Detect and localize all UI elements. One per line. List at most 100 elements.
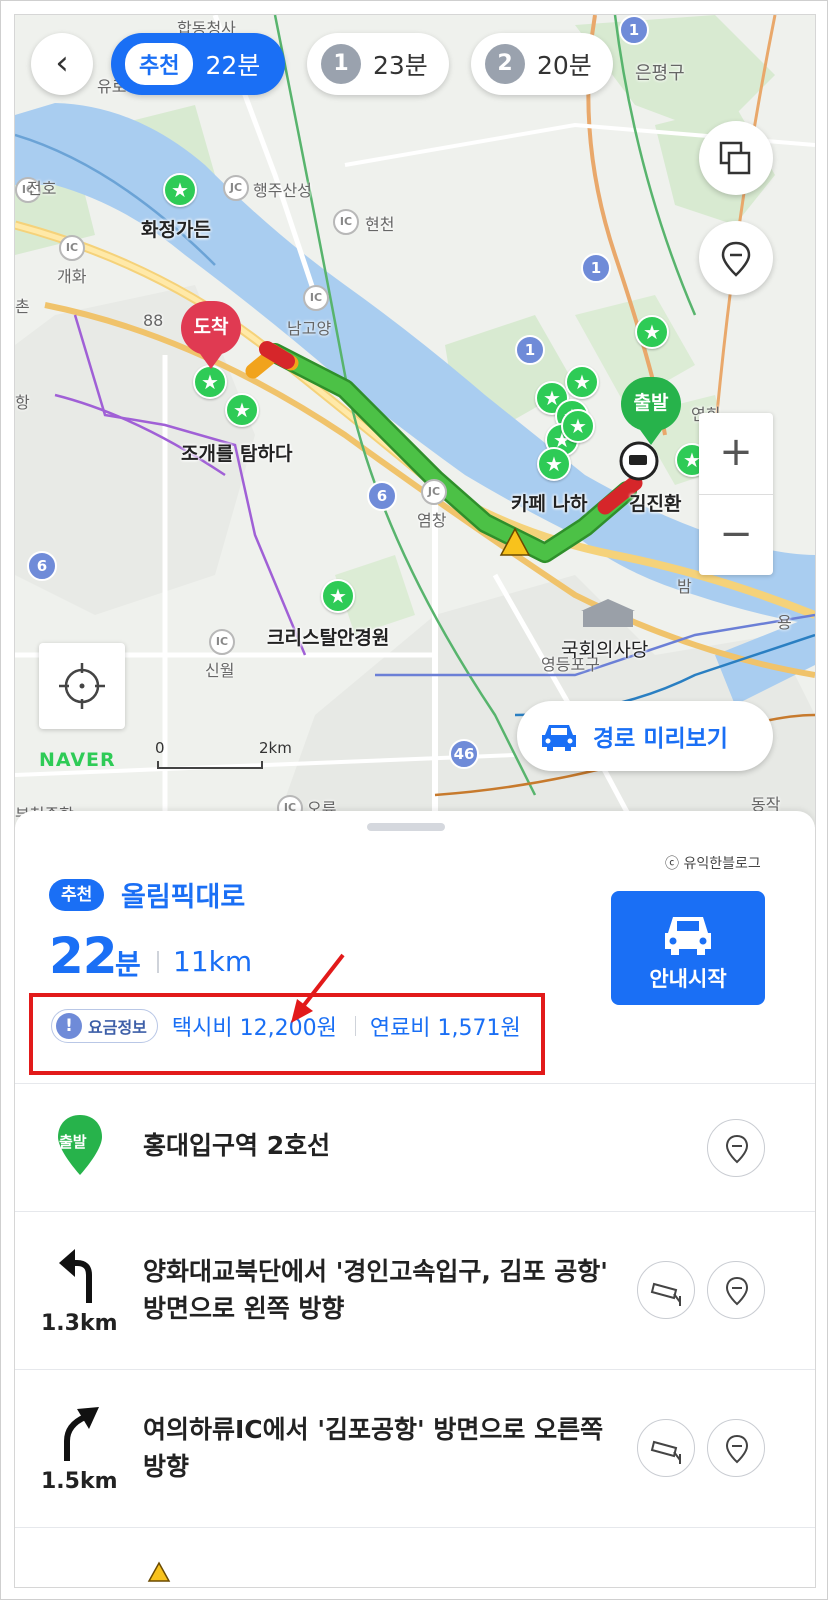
route-step[interactable]: 출발 홍대입구역 2호선	[15, 1083, 815, 1211]
copyright-watermark: ⓒ 유익한블로그	[665, 856, 761, 872]
drag-handle[interactable]	[367, 823, 445, 831]
poi-label: 카페 나하	[511, 493, 588, 515]
map-label: 전호	[27, 179, 57, 198]
arrival-pin[interactable]: 도착	[181, 301, 241, 369]
zoom-control: + −	[699, 413, 773, 575]
recommended-badge: 추천	[49, 879, 105, 911]
zoom-in-button[interactable]: +	[699, 413, 773, 494]
map-label: 촌	[15, 297, 30, 316]
cctv-icon	[650, 1282, 681, 1306]
step-title: 여의하류IC에서 '김포공항' 방면으로 오른쪽 방향	[143, 1415, 604, 1481]
map-label: 밤	[677, 577, 692, 596]
route-step[interactable]: 1.3km 양화대교북단에서 '경인고속입구, 김포 공항' 방면으로 왼쪽 방…	[15, 1211, 815, 1369]
poi-label: 국회의사당	[561, 639, 649, 661]
route-shield: 1	[515, 335, 545, 365]
naver-logo: NAVER	[39, 749, 116, 771]
car-icon	[542, 725, 576, 751]
poi-star-icon[interactable]: ★	[565, 365, 599, 399]
step-title: 홍대입구역 2호선	[143, 1131, 331, 1160]
step-distance: 1.5km	[41, 1469, 118, 1494]
poi-label: 화정가든	[141, 219, 211, 241]
junction-marker: JC	[223, 175, 249, 201]
route-tab-time: 23분	[373, 51, 428, 80]
map-label: 항	[15, 393, 30, 412]
route-shield: 46	[449, 739, 479, 769]
route-shield: 6	[367, 481, 397, 511]
distance-value: 11km	[173, 945, 253, 978]
route-tab-time: 22분	[205, 51, 261, 80]
road-name: 올림픽대로	[121, 882, 246, 913]
route-tab-badge: 추천	[125, 43, 194, 85]
scale-end: 2km	[259, 739, 292, 757]
route-summary-panel: ⓒ 유익한블로그 추천 올림픽대로 22 분 11km ! 요금정보 택시비 1…	[15, 811, 815, 1587]
map-pin-icon	[721, 241, 751, 277]
poi-star-icon[interactable]: ★	[163, 173, 197, 207]
ic-marker: IC	[303, 285, 329, 311]
zoom-out-button[interactable]: −	[699, 494, 773, 575]
scale-start: 0	[155, 739, 165, 757]
poi-star-icon[interactable]: ★	[193, 365, 227, 399]
departure-badge: 출발	[59, 1133, 87, 1151]
app-screen: 합동청사 은평구 유로 JC 행주산성 IC 현천 IC 전호 IC 개화 촌 …	[15, 15, 815, 1587]
layers-button[interactable]	[699, 121, 773, 195]
crosshair-icon	[59, 663, 105, 709]
start-navigation-label: 안내시작	[649, 967, 727, 991]
route-preview-button[interactable]: 경로 미리보기	[517, 701, 773, 771]
turn-right-arrow-icon	[64, 1407, 99, 1461]
map-label: 개화	[57, 267, 87, 286]
back-button[interactable]: ‹	[31, 33, 93, 95]
poi-star-icon[interactable]: ★	[225, 393, 259, 427]
step-location-button[interactable]	[707, 1119, 765, 1177]
cctv-icon	[650, 1440, 681, 1464]
map-label: 은평구	[635, 63, 685, 84]
map-pin-icon	[725, 1434, 749, 1464]
route-step[interactable]: 1.5km 여의하류IC에서 '김포공항' 방면으로 오른쪽 방향	[15, 1369, 815, 1527]
poi-label: 크리스탈안경원	[267, 627, 390, 649]
annotation-arrow-icon	[291, 953, 345, 1023]
route-shield: 1	[619, 15, 649, 45]
duration-unit: 분	[115, 948, 141, 981]
poi-star-icon[interactable]: ★	[537, 447, 571, 481]
map-label: 염창	[417, 511, 447, 530]
divider	[157, 951, 159, 973]
step-location-button[interactable]	[707, 1261, 765, 1319]
poi-label: 김진환	[629, 493, 682, 515]
step-distance: 1.3km	[41, 1311, 118, 1336]
route-tab-1[interactable]: 1 23분	[307, 33, 449, 95]
current-location-button[interactable]	[39, 643, 125, 729]
location-pin-button[interactable]	[699, 221, 773, 295]
step-location-button[interactable]	[707, 1419, 765, 1477]
poi-star-icon[interactable]: ★	[635, 315, 669, 349]
step-title: 양화대교북단에서 '경인고속입구, 김포 공항' 방면으로 왼쪽 방향	[143, 1257, 608, 1323]
map-label: 신월	[205, 661, 235, 680]
map-label: 남고양	[287, 319, 332, 338]
start-navigation-button[interactable]: 안내시작	[611, 891, 765, 1005]
route-shield: 6	[27, 551, 57, 581]
poi-star-icon[interactable]: ★	[321, 579, 355, 613]
route-preview-label: 경로 미리보기	[593, 726, 728, 752]
layers-icon	[719, 141, 751, 175]
route-tab-badge: 2	[485, 44, 525, 84]
map-view[interactable]: 합동청사 은평구 유로 JC 행주산성 IC 현천 IC 전호 IC 개화 촌 …	[15, 15, 815, 827]
map-pin-icon	[725, 1276, 749, 1306]
step-cctv-button[interactable]	[637, 1419, 695, 1477]
step-cctv-button[interactable]	[637, 1261, 695, 1319]
map-pin-icon	[725, 1134, 749, 1164]
ic-marker: IC	[59, 235, 85, 261]
divider	[15, 1527, 815, 1528]
poi-label: 조개를 탐하다	[181, 443, 293, 465]
ic-marker: IC	[333, 209, 359, 235]
turn-left-arrow-icon	[59, 1249, 92, 1303]
route-shield: 1	[581, 253, 611, 283]
map-label: 용	[777, 613, 792, 632]
departure-pin[interactable]: 출발	[621, 377, 681, 445]
route-tab-recommended[interactable]: 추천 22분	[111, 33, 285, 95]
duration-value: 22	[49, 927, 118, 985]
route-tab-badge: 1	[321, 44, 361, 84]
ic-marker: IC	[209, 629, 235, 655]
route-tab-2[interactable]: 2 20분	[471, 33, 613, 95]
poi-star-icon[interactable]: ★	[561, 409, 595, 443]
junction-marker: JC	[421, 479, 447, 505]
screenshot-frame: 합동청사 은평구 유로 JC 행주산성 IC 현천 IC 전호 IC 개화 촌 …	[0, 0, 828, 1600]
car-icon	[665, 917, 711, 955]
